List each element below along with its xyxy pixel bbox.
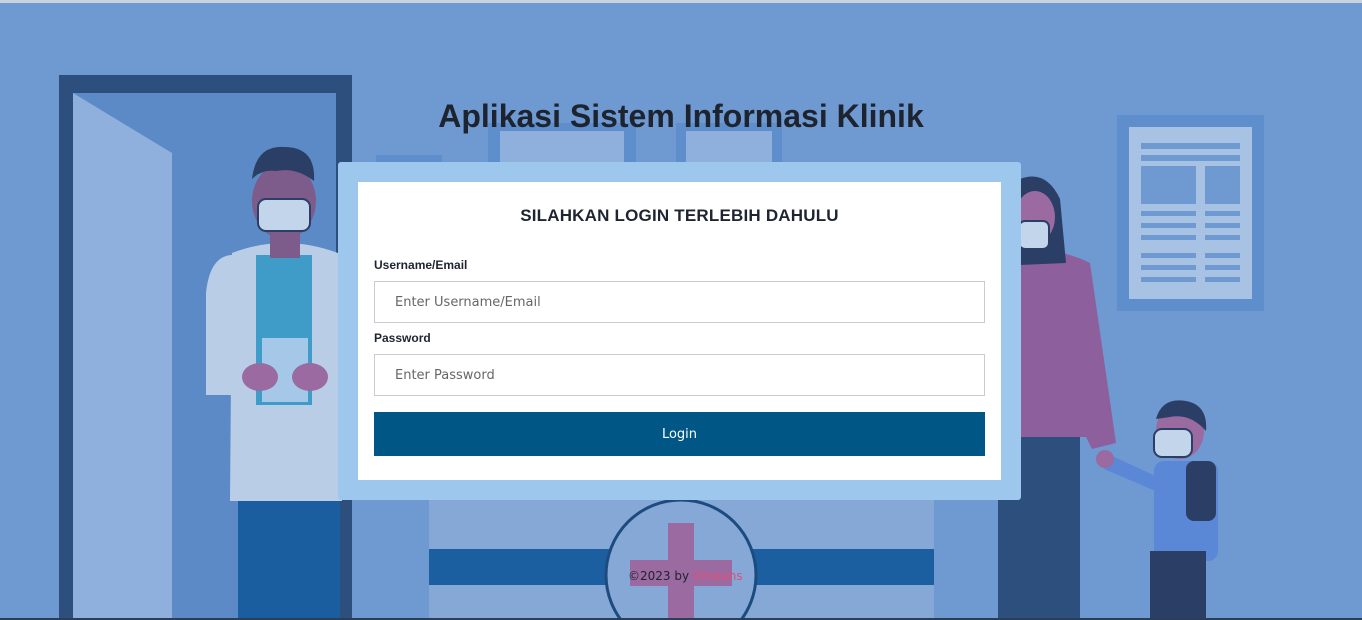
- author-link[interactable]: Omeans: [693, 569, 743, 583]
- login-button[interactable]: Login: [374, 412, 985, 456]
- login-card-border: SILAHKAN LOGIN TERLEBIH DAHULU Username/…: [338, 162, 1021, 500]
- password-input[interactable]: [374, 354, 985, 396]
- page-title: Aplikasi Sistem Informasi Klinik: [438, 98, 924, 134]
- footer-credit: ©2023 by Omeans: [628, 569, 743, 583]
- login-form: SILAHKAN LOGIN TERLEBIH DAHULU Username/…: [358, 182, 1001, 480]
- doctor-figure: [238, 488, 340, 618]
- door-panel: [73, 93, 172, 618]
- copyright-text: ©2023 by: [628, 569, 693, 583]
- password-label: Password: [374, 331, 431, 345]
- username-label: Username/Email: [374, 258, 468, 272]
- login-heading: SILAHKAN LOGIN TERLEBIH DAHULU: [520, 206, 839, 225]
- username-input[interactable]: [374, 281, 985, 323]
